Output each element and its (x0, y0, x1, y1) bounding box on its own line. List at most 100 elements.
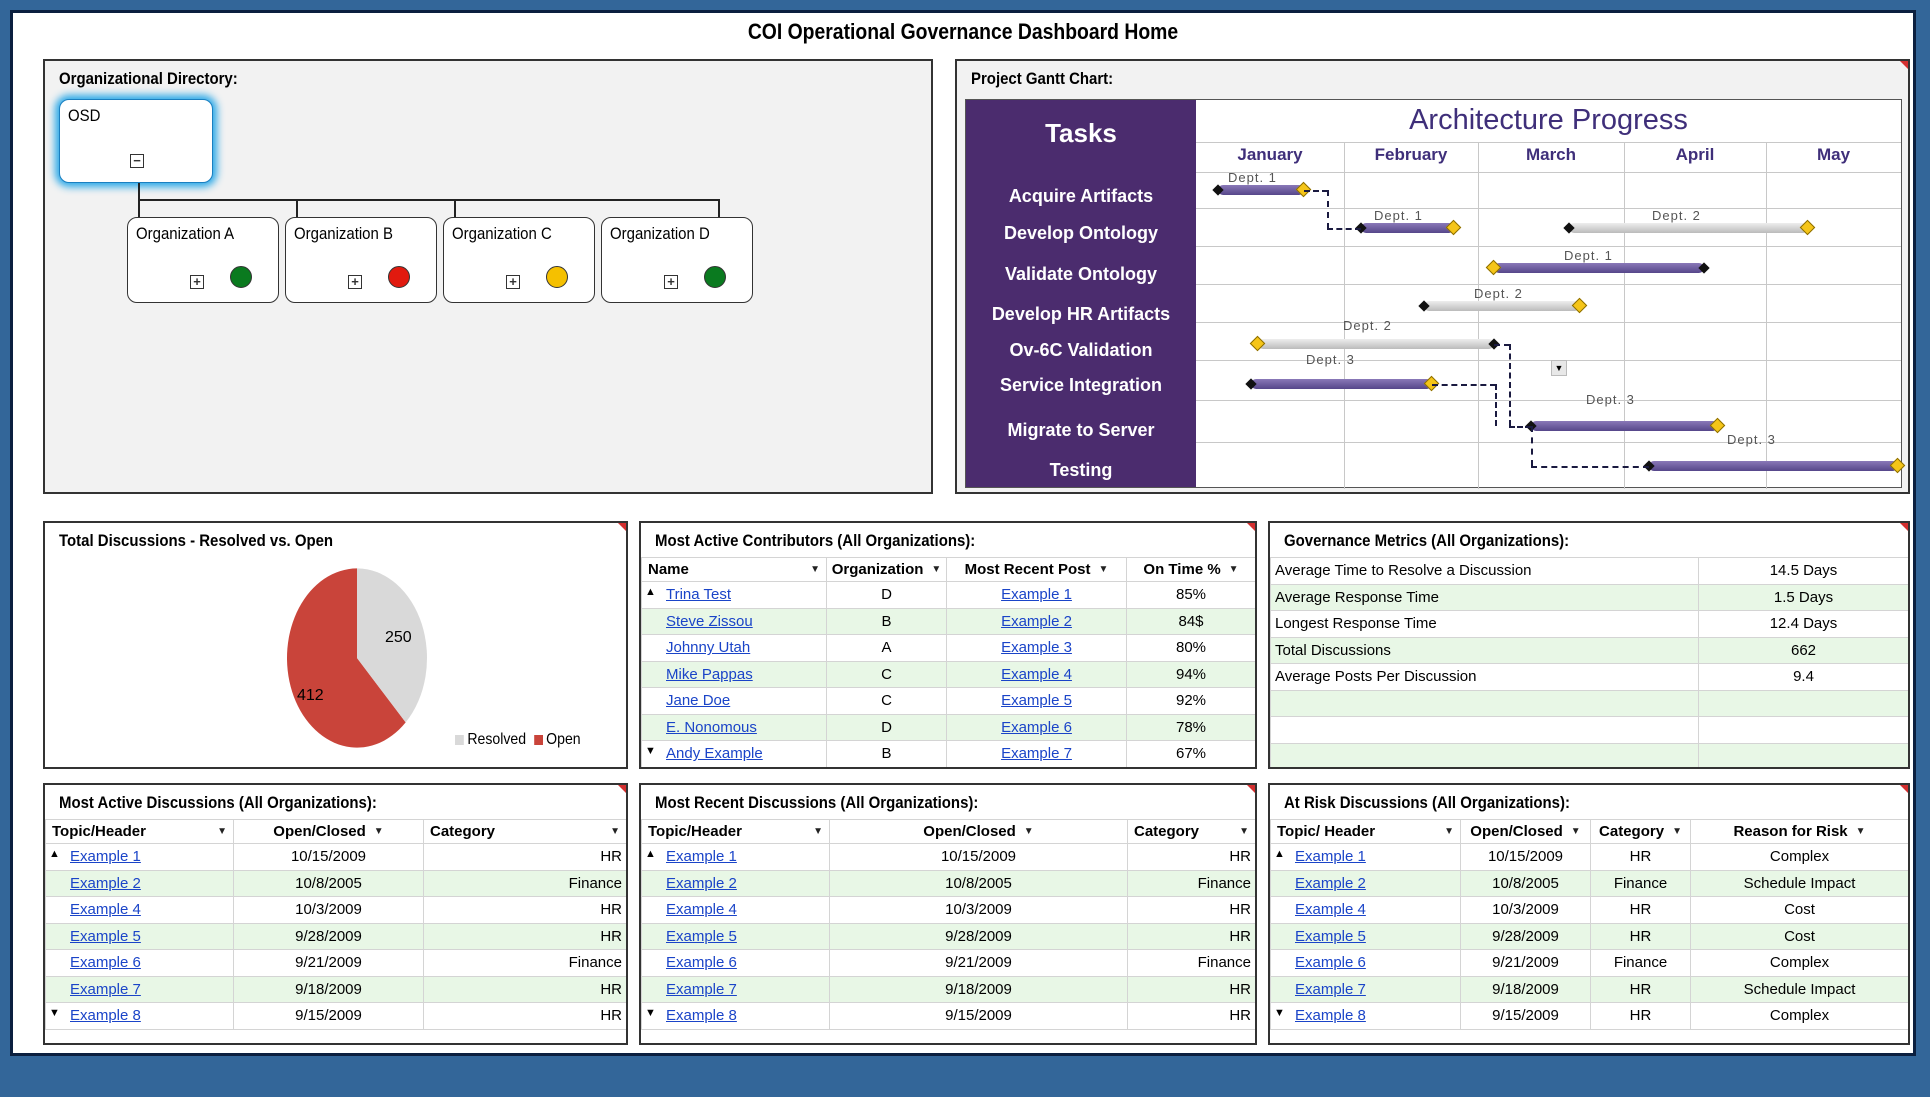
row-link[interactable]: Example 7 (70, 981, 141, 998)
row-link[interactable]: Example 4 (70, 901, 141, 918)
table-cell: Example 4 (45, 896, 234, 924)
expand-icon[interactable]: + (190, 275, 204, 289)
row-link[interactable]: Example 2 (666, 875, 737, 892)
dropdown-arrow-icon[interactable]: ▼ (1856, 826, 1866, 837)
org-node-b[interactable]: Organization B + (285, 217, 437, 303)
dropdown-arrow-icon[interactable]: ▼ (1098, 564, 1108, 575)
column-header[interactable]: On Time % ▼ (1126, 557, 1255, 582)
column-header[interactable]: Name ▼ (641, 557, 827, 582)
row-link[interactable]: Example 2 (1001, 613, 1072, 630)
row-link[interactable]: Example 8 (1295, 1007, 1366, 1024)
dropdown-arrow-icon[interactable]: ▼ (374, 826, 384, 837)
collapse-icon[interactable]: − (130, 154, 144, 168)
row-link[interactable]: Johnny Utah (666, 639, 750, 656)
row-link[interactable]: Steve Zissou (666, 613, 753, 630)
column-header[interactable]: Organization ▼ (826, 557, 947, 582)
row-link[interactable]: Example 2 (1295, 875, 1366, 892)
column-header[interactable]: Category ▼ (1127, 819, 1255, 844)
scroll-down-icon[interactable]: ▼ (645, 1007, 656, 1019)
org-node-a[interactable]: Organization A + (127, 217, 279, 303)
dropdown-arrow-icon[interactable]: ▼ (1672, 826, 1682, 837)
table-row: ▲ Example 1 10/15/2009 HR (45, 843, 626, 871)
row-link[interactable]: Example 3 (1001, 639, 1072, 656)
row-link[interactable]: Example 4 (666, 901, 737, 918)
column-header[interactable]: Category ▼ (423, 819, 626, 844)
row-link[interactable]: Example 8 (70, 1007, 141, 1024)
dropdown-arrow-icon[interactable]: ▼ (1571, 826, 1581, 837)
row-link[interactable]: Trina Test (666, 586, 731, 603)
row-link[interactable]: Example 7 (1001, 745, 1072, 762)
row-link[interactable]: Example 6 (666, 954, 737, 971)
dropdown-arrow-icon[interactable]: ▼ (1024, 826, 1034, 837)
expand-icon[interactable]: + (664, 275, 678, 289)
row-link[interactable]: Example 8 (666, 1007, 737, 1024)
cell-text: 9/18/2009 (1492, 980, 1559, 998)
column-header[interactable]: Topic/Header ▼ (641, 819, 830, 844)
row-link[interactable]: Example 1 (666, 848, 737, 865)
table-cell: 9/21/2009 (1460, 949, 1591, 977)
dropdown-arrow-icon[interactable]: ▼ (931, 564, 941, 575)
row-link[interactable]: Andy Example (666, 745, 763, 762)
cell-text: 10/8/2005 (945, 874, 1012, 892)
column-header[interactable]: Open/Closed ▼ (829, 819, 1128, 844)
scroll-down-icon[interactable]: ▼ (1274, 1007, 1285, 1019)
row-link[interactable]: Example 5 (1001, 692, 1072, 709)
dropdown-arrow-icon[interactable]: ▼ (1229, 564, 1239, 575)
row-link[interactable]: Jane Doe (666, 692, 730, 709)
row-link[interactable]: Mike Pappas (666, 666, 753, 683)
dropdown-arrow-icon[interactable]: ▼ (813, 826, 823, 837)
org-node-d[interactable]: Organization D + (601, 217, 753, 303)
active-discussions-title: Most Active Discussions (All Organizatio… (59, 793, 377, 812)
cell-text: 78% (1175, 718, 1207, 736)
scroll-up-icon[interactable]: ▲ (49, 848, 60, 860)
expand-icon[interactable]: + (348, 275, 362, 289)
row-link[interactable]: Example 7 (666, 981, 737, 998)
scroll-down-icon[interactable]: ▼ (645, 745, 656, 757)
cell-text: 10/15/2009 (1487, 848, 1564, 866)
row-link[interactable]: Example 2 (70, 875, 141, 892)
dropdown-arrow-icon[interactable]: ▼ (610, 826, 620, 837)
expand-icon[interactable]: + (506, 275, 520, 289)
dropdown-arrow-icon[interactable]: ▼ (1551, 360, 1567, 376)
scroll-down-icon[interactable]: ▼ (49, 1007, 60, 1019)
column-header[interactable]: Open/Closed ▼ (1460, 819, 1591, 844)
row-link[interactable]: E. Nonomous (666, 719, 757, 736)
row-link[interactable]: Example 1 (1295, 848, 1366, 865)
status-indicator-icon (704, 266, 726, 288)
column-header[interactable]: Reason for Risk ▼ (1690, 819, 1908, 844)
row-link[interactable]: Example 5 (666, 928, 737, 945)
row-link[interactable]: Example 6 (70, 954, 141, 971)
dropdown-arrow-icon[interactable]: ▼ (1239, 826, 1249, 837)
row-link[interactable]: Example 7 (1295, 981, 1366, 998)
recent-discussions-title: Most Recent Discussions (All Organizatio… (655, 793, 979, 812)
org-node-osd[interactable]: OSD − (59, 99, 213, 183)
row-link[interactable]: Example 6 (1295, 954, 1366, 971)
table-row: ▲ Example 1 10/15/2009 HR Complex (1270, 843, 1908, 871)
row-link[interactable]: Example 6 (1001, 719, 1072, 736)
dropdown-arrow-icon[interactable]: ▼ (217, 826, 227, 837)
table-cell: Total Discussions (1270, 636, 1699, 664)
org-node-c[interactable]: Organization C + (443, 217, 595, 303)
row-link[interactable]: Example 1 (70, 848, 141, 865)
cell-text: A (881, 639, 892, 657)
cell-text: 10/3/2009 (1492, 901, 1559, 919)
row-link[interactable]: Example 4 (1295, 901, 1366, 918)
column-header[interactable]: Most Recent Post ▼ (946, 557, 1127, 582)
row-link[interactable]: Example 1 (1001, 586, 1072, 603)
table-cell: HR (423, 922, 626, 950)
row-link[interactable]: Example 4 (1001, 666, 1072, 683)
column-header[interactable]: Topic/Header ▼ (45, 819, 234, 844)
row-link[interactable]: Example 5 (1295, 928, 1366, 945)
dropdown-arrow-icon[interactable]: ▼ (1444, 826, 1454, 837)
scroll-up-icon[interactable]: ▲ (645, 586, 656, 598)
row-link[interactable]: Example 5 (70, 928, 141, 945)
cell-text: Average Time to Resolve a Discussion (1275, 562, 1532, 580)
column-header[interactable]: Open/Closed ▼ (233, 819, 424, 844)
table-row: Example 6 9/21/2009 Finance Complex (1270, 949, 1908, 977)
scroll-up-icon[interactable]: ▲ (1274, 848, 1285, 860)
dropdown-arrow-icon[interactable]: ▼ (810, 564, 820, 575)
scroll-up-icon[interactable]: ▲ (645, 848, 656, 860)
column-header-label: Topic/Header (52, 823, 146, 840)
column-header[interactable]: Category ▼ (1590, 819, 1691, 844)
column-header[interactable]: Topic/ Header ▼ (1270, 819, 1461, 844)
